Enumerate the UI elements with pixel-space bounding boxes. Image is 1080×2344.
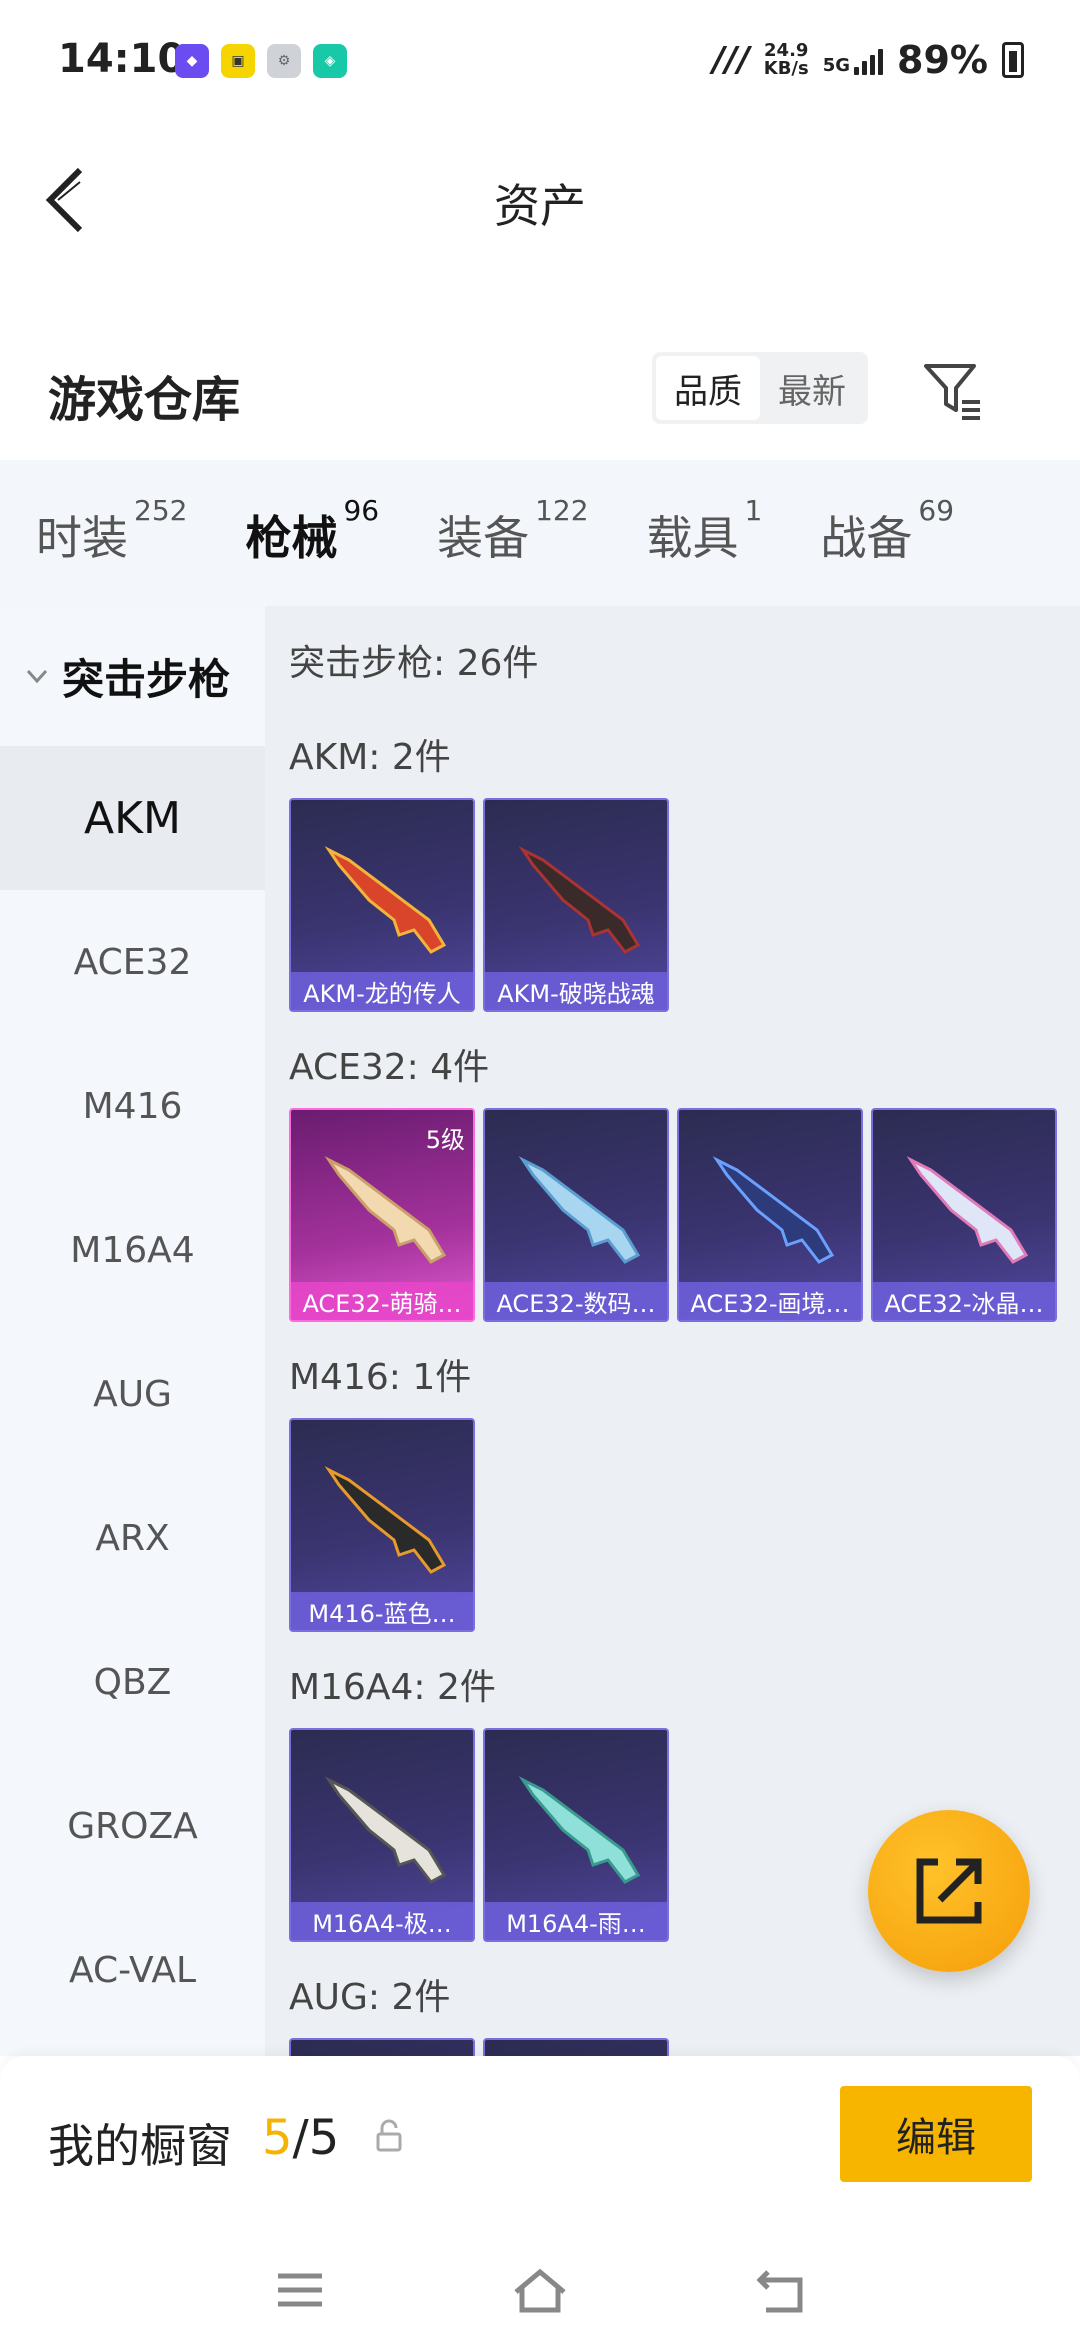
nfc-icon: /// [712,40,750,80]
rifle-icon [324,846,447,954]
page-title: 资产 [494,179,586,233]
sidebar-item-groza[interactable]: GROZA [0,1754,265,1898]
rifle-icon [906,1156,1029,1264]
notification-icons: ◆ ▣ ⚙ ◈ [175,44,347,78]
sidebar-item-m16a4[interactable]: M16A4 [0,1178,265,1322]
sort-quality-button[interactable]: 品质 [656,356,760,420]
weapon-card[interactable] [483,2038,669,2056]
edit-button[interactable]: 编辑 [840,2086,1032,2182]
weapon-card[interactable]: AKM-破晓战魂 [483,798,669,1012]
sidebar-item-m416[interactable]: M416 [0,1034,265,1178]
rifle-icon [324,1776,447,1884]
app-notification-icon: ◆ [175,44,209,78]
weapon-card[interactable]: AKM-龙的传人 [289,798,475,1012]
home-nav-button[interactable] [510,2266,570,2316]
weapon-card[interactable]: M16A4-极… [289,1728,475,1942]
tab-vehicles[interactable]: 载具1 [647,494,763,568]
section-title-m16a4: M16A4: 2件 [289,1667,496,1708]
share-icon [916,1858,982,1924]
sidebar-item-akm[interactable]: AKM [0,746,265,890]
sort-toggle: 品质 最新 [652,352,868,424]
tab-fashion[interactable]: 时装252 [36,494,187,568]
weapon-name: M16A4-极… [291,1902,473,1940]
menu-icon [278,2273,322,2307]
network-type: 5G [822,55,851,76]
rifle-icon [712,1156,835,1264]
tab-equipment[interactable]: 装备122 [437,494,588,568]
weapon-name: M16A4-雨… [485,1902,667,1940]
section-title-aug: AUG: 2件 [289,1977,451,2018]
rifle-icon [518,1776,641,1884]
warehouse-title: 游戏仓库 [48,372,241,428]
weapon-name: ACE32-冰晶… [873,1282,1055,1320]
rifle-icon [518,846,641,954]
weapon-card[interactable]: ACE32-冰晶… [871,1108,1057,1322]
tab-firearms[interactable]: 枪械96 [245,494,379,620]
app-notification-icon: ▣ [221,44,255,78]
weapon-name: M416-蓝色… [291,1592,473,1630]
weapon-card[interactable]: 5级 ACE32-萌骑… [289,1108,475,1322]
filter-icon [924,364,980,420]
sidebar-item-aug[interactable]: AUG [0,1322,265,1466]
category-summary: 突击步枪: 26件 [289,643,539,684]
tab-supplies[interactable]: 战备69 [820,494,954,568]
status-bar: 14:10 ◆ ▣ ⚙ ◈ /// 24.9 KB/s 5G 89% [0,0,1080,110]
home-icon [514,2268,566,2313]
menu-nav-button[interactable] [270,2266,330,2316]
category-tabs: 时装252 枪械96 装备122 载具1 战备69 [0,460,1080,620]
sidebar-item-arx[interactable]: ARX [0,1466,265,1610]
showcase-bar: 我的橱窗 5/5 编辑 [0,2056,1080,2226]
app-notification-icon: ◈ [313,44,347,78]
weapon-sidebar: 突击步枪 AKM ACE32 M416 M16A4 AUG ARX QBZ GR… [0,606,265,2056]
signal-icon [854,45,884,75]
rifle-icon [324,1466,447,1574]
network-speed: 24.9 KB/s [763,40,809,79]
weapon-name: ACE32-数码… [485,1282,667,1320]
sort-latest-button[interactable]: 最新 [760,356,864,420]
system-nav-bar [0,2226,1080,2344]
back-nav-button[interactable] [752,2266,812,2316]
share-fab-button[interactable] [868,1810,1030,1972]
weapon-name: ACE32-萌骑… [291,1282,473,1320]
section-title-akm: AKM: 2件 [289,737,451,778]
weapon-name: AKM-龙的传人 [291,972,473,1010]
showcase-label: 我的橱窗 [48,2119,232,2173]
weapon-card[interactable]: M416-蓝色… [289,1418,475,1632]
weapon-card[interactable]: M16A4-雨… [483,1728,669,1942]
battery-icon [1002,42,1024,78]
sidebar-item-qbz[interactable]: QBZ [0,1610,265,1754]
rifle-icon [324,1156,447,1264]
settings-notification-icon: ⚙ [267,44,301,78]
lock-icon [376,2119,402,2152]
section-title-ace32: ACE32: 4件 [289,1047,490,1088]
sidebar-item-ac-val[interactable]: AC-VAL [0,1898,265,2042]
weapon-card[interactable] [289,2038,475,2056]
weapon-name: AKM-破晓战魂 [485,972,667,1010]
back-nav-icon [756,2270,803,2313]
sidebar-group-assault-rifles[interactable]: 突击步枪 [0,606,265,746]
sidebar-item-ace32[interactable]: ACE32 [0,890,265,1034]
status-time: 14:10 [58,36,186,82]
weapon-name: ACE32-画境… [679,1282,861,1320]
warehouse-header: 游戏仓库 品质 最新 [0,340,1080,460]
app-header: 资产 [0,110,1080,290]
filter-button[interactable] [918,354,988,424]
section-title-m416: M416: 1件 [289,1357,472,1398]
battery-percent: 89% [897,38,988,82]
weapon-card[interactable]: ACE32-画境… [677,1108,863,1322]
rifle-icon [518,1156,641,1264]
showcase-count: 5/5 [262,2110,340,2166]
weapon-card[interactable]: ACE32-数码… [483,1108,669,1322]
chevron-down-icon [26,669,48,684]
